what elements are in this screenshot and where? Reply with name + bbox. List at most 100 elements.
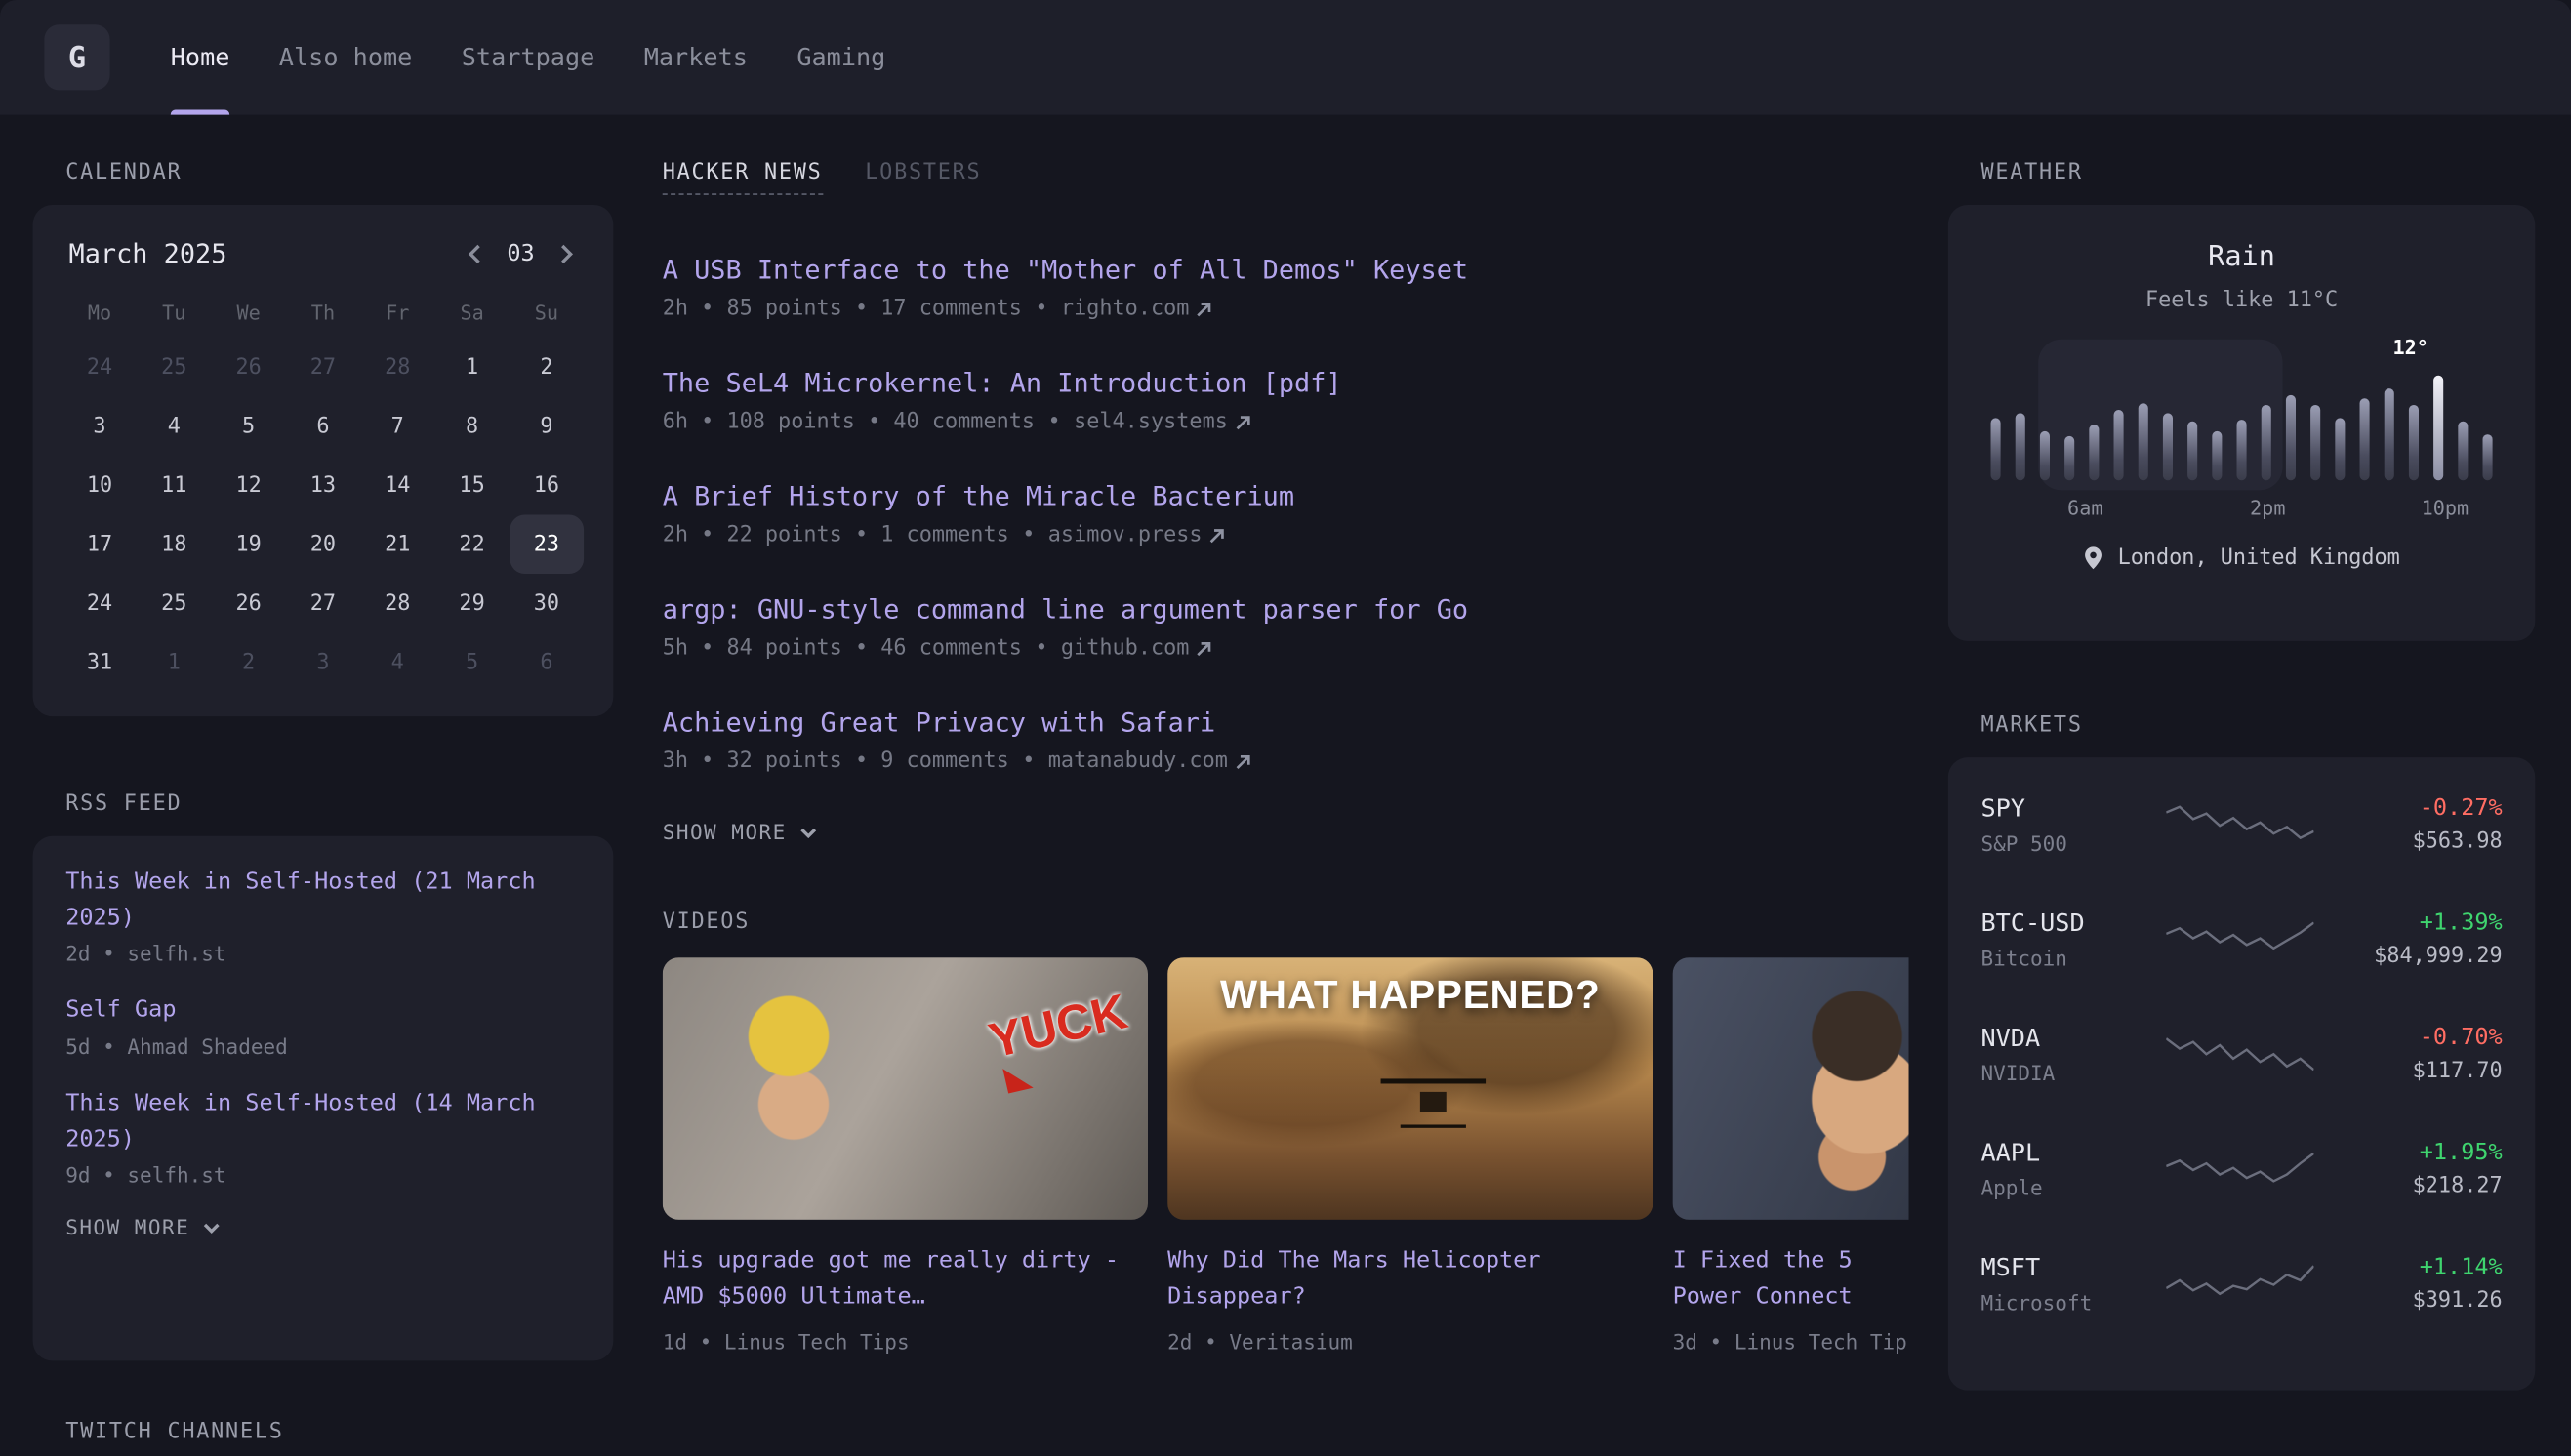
calendar-day[interactable]: 7 [360,397,434,456]
news-story: The SeL4 Microkernel: An Introduction [p… [663,367,1909,434]
story-meta: 5h • 84 points • 46 comments • github.co… [663,636,1909,661]
weather-feels-like: Feels like 11°C [1980,289,2502,313]
calendar-day[interactable]: 26 [211,574,285,632]
nav-tab-also-home[interactable]: Also home [279,0,413,115]
story-source-link[interactable]: matanabudy.com [1048,749,1251,774]
calendar-day[interactable]: 5 [211,397,285,456]
market-row[interactable]: AAPL Apple +1.95% $218.27 [1980,1112,2502,1227]
calendar-day[interactable]: 29 [434,574,509,632]
rss-widget: This Week in Self-Hosted (21 March 2025)… [33,836,614,1361]
calendar-day[interactable]: 23 [510,515,584,574]
calendar-day[interactable]: 13 [286,456,360,514]
market-row[interactable]: MSFT Microsoft +1.14% $391.26 [1980,1227,2502,1342]
market-name: NVIDIA [1980,1061,2166,1085]
rss-item-title-link[interactable]: This Week in Self-Hosted (14 March 2025) [65,1087,581,1158]
rss-item-title-link[interactable]: Self Gap [65,994,581,1030]
story-source-link[interactable]: righto.com [1061,297,1212,321]
calendar-day[interactable]: 2 [510,338,584,396]
weather-condition: Rain [1980,241,2502,274]
calendar-day[interactable]: 18 [137,515,211,574]
story-meta-text: 5h • 84 points • 46 comments [663,636,1022,661]
market-sparkline [2166,1256,2313,1312]
video-title-link[interactable]: Why Did The Mars Helicopter Disappear? [1167,1242,1653,1315]
meta-separator: • [1035,297,1047,321]
calendar-day[interactable]: 17 [62,515,137,574]
rss-item-title-link[interactable]: This Week in Self-Hosted (21 March 2025) [65,866,581,937]
calendar-day[interactable]: 9 [510,397,584,456]
calendar-day[interactable]: 21 [360,515,434,574]
weather-location-text: London, United Kingdom [2118,546,2400,570]
calendar-day[interactable]: 31 [62,632,137,691]
video-thumbnail[interactable]: DO T T [1673,957,1909,1220]
weather-hourly-chart: 12° 6am 2pm 10pm [1980,336,2502,519]
calendar-next-button[interactable] [554,242,578,265]
calendar-day[interactable]: 1 [137,632,211,691]
chevron-left-icon [465,242,488,265]
story-source-link[interactable]: sel4.systems [1074,410,1250,434]
news-show-more-button[interactable]: SHOW MORE [663,820,818,844]
calendar-day[interactable]: 22 [434,515,509,574]
calendar-day[interactable]: 30 [510,574,584,632]
market-row[interactable]: NVDA NVIDIA -0.70% $117.70 [1980,996,2502,1112]
calendar-day[interactable]: 4 [360,632,434,691]
calendar-controls: 03 [465,240,578,266]
story-title-link[interactable]: A Brief History of the Miracle Bacterium [663,480,1909,511]
calendar-day[interactable]: 4 [137,397,211,456]
nav-tab-home[interactable]: Home [171,0,230,115]
calendar-day[interactable]: 14 [360,456,434,514]
story-title-link[interactable]: The SeL4 Microkernel: An Introduction [p… [663,367,1909,398]
calendar-day[interactable]: 12 [211,456,285,514]
calendar-day[interactable]: 5 [434,632,509,691]
top-nav: G Home Also home Startpage Markets Gamin… [0,0,2571,115]
video-thumbnail[interactable]: YUCK [663,957,1148,1220]
story-title-link[interactable]: A USB Interface to the "Mother of All De… [663,254,1909,285]
calendar-day[interactable]: 28 [360,574,434,632]
rss-item-meta: 2d • selfh.st [65,942,581,966]
nav-tab-markets[interactable]: Markets [644,0,748,115]
rss-show-more-button[interactable]: SHOW MORE [65,1216,221,1240]
market-identity: NVDA NVIDIA [1980,1023,2166,1085]
story-source-text: righto.com [1061,297,1190,321]
calendar-day[interactable]: 10 [62,456,137,514]
story-title-link[interactable]: argp: GNU-style command line argument pa… [663,593,1909,625]
story-title-link[interactable]: Achieving Great Privacy with Safari [663,707,1909,738]
left-column: CALENDAR March 2025 03 Mo Tu We Th Fr Sa… [33,141,614,1456]
app-logo[interactable]: G [44,24,109,90]
nav-tab-startpage[interactable]: Startpage [462,0,595,115]
calendar-day[interactable]: 11 [137,456,211,514]
market-row[interactable]: SPY S&P 500 -0.27% $563.98 [1980,767,2502,882]
calendar-day[interactable]: 6 [286,397,360,456]
calendar-day[interactable]: 19 [211,515,285,574]
video-title-link[interactable]: I Fixed the 5 Power Connect [1673,1242,1909,1315]
tab-lobsters[interactable]: LOBSTERS [865,161,981,194]
calendar-prev-button[interactable] [465,242,488,265]
market-change: -0.70% [2314,1025,2503,1051]
video-thumbnail[interactable]: WHAT HAPPENED? [1167,957,1653,1220]
calendar-day[interactable]: 24 [62,338,137,396]
calendar-day[interactable]: 16 [510,456,584,514]
calendar-day[interactable]: 20 [286,515,360,574]
calendar-day[interactable]: 1 [434,338,509,396]
market-row[interactable]: BTC-USD Bitcoin +1.39% $84,999.29 [1980,882,2502,997]
story-source-link[interactable]: github.com [1061,636,1212,661]
calendar-day[interactable]: 8 [434,397,509,456]
calendar-day[interactable]: 3 [62,397,137,456]
calendar-day[interactable]: 15 [434,456,509,514]
calendar-day[interactable]: 25 [137,574,211,632]
calendar-day[interactable]: 26 [211,338,285,396]
news-story: Achieving Great Privacy with Safari 3h •… [663,707,1909,774]
calendar-day[interactable]: 6 [510,632,584,691]
calendar-day[interactable]: 2 [211,632,285,691]
video-title-link[interactable]: His upgrade got me really dirty - AMD $5… [663,1242,1148,1315]
calendar-day[interactable]: 25 [137,338,211,396]
calendar-day[interactable]: 28 [360,338,434,396]
calendar-day[interactable]: 3 [286,632,360,691]
market-identity: MSFT Microsoft [1980,1253,2166,1315]
nav-tab-gaming[interactable]: Gaming [796,0,885,115]
calendar-day[interactable]: 27 [286,574,360,632]
tab-hacker-news[interactable]: HACKER NEWS [663,161,823,195]
calendar-day[interactable]: 24 [62,574,137,632]
calendar-day[interactable]: 27 [286,338,360,396]
weather-current-temp: 12° [2392,336,2428,359]
story-source-link[interactable]: asimov.press [1048,523,1225,547]
